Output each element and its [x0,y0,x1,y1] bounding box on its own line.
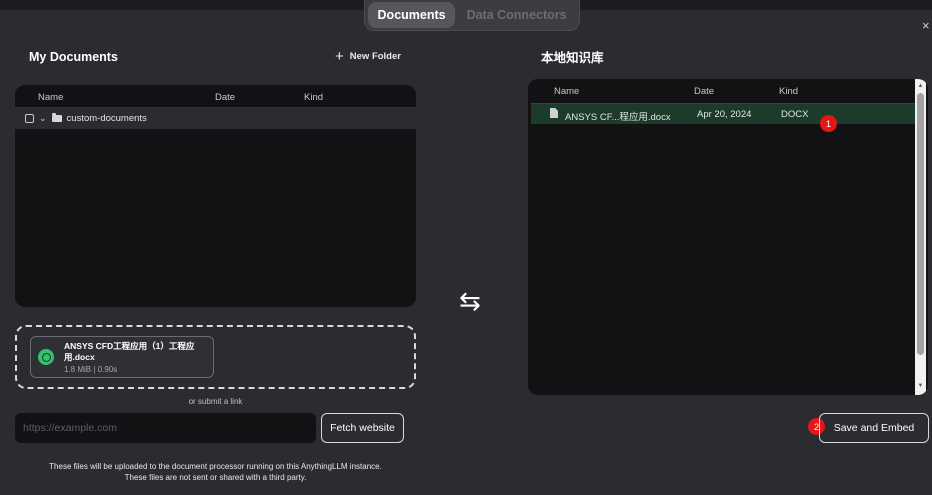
scroll-down-icon[interactable]: ▼ [915,380,926,392]
folder-checkbox[interactable] [25,114,34,123]
folder-icon [51,113,62,122]
tab-documents[interactable]: Documents [368,2,456,28]
save-and-embed-button[interactable]: Save and Embed [819,413,929,443]
document-date: Apr 20, 2024 [697,109,752,120]
plus-icon: + [335,48,344,65]
tab-data-connectors[interactable]: Data Connectors [457,2,576,28]
footnote-line-2: These files are not sent or shared with … [124,473,307,482]
upload-dropzone[interactable]: ANSYS CFD工程应用（1）工程应用.docx 1.8 MiB | 0.90… [15,325,416,389]
or-submit-link-text: or submit a link [188,397,243,406]
new-folder-button[interactable]: + New Folder [335,49,401,64]
my-documents-title: My Documents [29,50,118,64]
folder-name: custom-documents [66,113,147,124]
workspace-documents-panel: Name Date Kind ANSYS CF...程应用.docx Apr 2… [528,79,928,395]
column-name: Name [554,86,580,97]
fetch-website-button[interactable]: Fetch website [321,413,404,443]
check-circle-icon [38,349,54,365]
chevron-down-icon[interactable]: ⌄ [39,113,47,124]
upload-footnote: These files will be uploaded to the docu… [0,461,431,483]
close-icon[interactable]: × [922,18,930,33]
workspace-title: 本地知识库 [541,51,604,65]
document-kind: DOCX [781,109,809,120]
uploaded-file-card: ANSYS CFD工程应用（1）工程应用.docx 1.8 MiB | 0.90… [30,336,214,378]
document-icon [550,108,558,118]
tab-bar: Documents Data Connectors [364,0,580,31]
annotation-badge-1: 1 [820,115,837,132]
column-kind: Kind [304,92,324,103]
footnote-line-1: These files will be uploaded to the docu… [49,462,382,471]
document-row[interactable]: ANSYS CF...程应用.docx Apr 20, 2024 DOCX [531,103,915,124]
scrollbar-thumb[interactable] [917,93,924,355]
scroll-up-icon[interactable]: ▲ [915,80,926,92]
my-documents-panel: Name Date Kind ⌄ custom-documents [15,85,416,307]
scrollbar[interactable]: ▲ ▼ [915,79,926,395]
swap-arrows-icon: ⇆ [459,286,481,316]
uploaded-file-name: ANSYS CFD工程应用（1）工程应用.docx [64,341,195,362]
column-name: Name [38,92,64,103]
column-date: Date [215,92,236,103]
url-input[interactable] [15,413,316,443]
new-folder-label: New Folder [349,51,401,62]
uploaded-file-meta: 1.8 MiB | 0.90s [64,365,118,374]
document-name: ANSYS CF...程应用.docx [565,112,671,123]
column-date: Date [694,86,715,97]
column-kind: Kind [779,86,799,97]
folder-row[interactable]: ⌄ custom-documents [15,107,416,129]
